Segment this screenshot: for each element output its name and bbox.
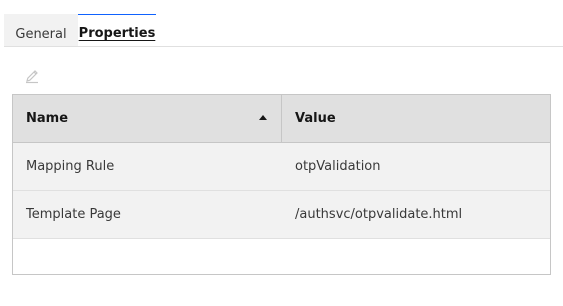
tab-list: General Properties [4,14,156,46]
table-header: Name Value [13,95,550,143]
sort-ascending-icon[interactable] [259,115,267,120]
column-header-name-label: Name [26,111,69,126]
properties-panel: General Properties Name Value Mapping Ru… [0,0,563,306]
tab-properties[interactable]: Properties [78,14,156,46]
column-header-value: Value [282,95,550,142]
cell-name: Template Page [26,207,121,222]
cell-name: Mapping Rule [26,159,115,174]
table-row[interactable]: Template Page /authsvc/otpvalidate.html [13,191,550,239]
tab-properties-label: Properties [78,26,156,41]
cell-value: /authsvc/otpvalidate.html [295,207,463,222]
table-row[interactable]: Mapping Rule otpValidation [13,143,550,191]
tab-general[interactable]: General [4,14,78,46]
tab-general-label: General [15,26,67,42]
column-header-value-label: Value [295,111,336,126]
tab-divider [4,46,563,47]
column-header-name[interactable]: Name [13,95,282,142]
pencil-icon[interactable] [24,68,40,84]
properties-table: Name Value Mapping Rule otpValidation Te… [12,94,551,275]
cell-value: otpValidation [295,159,381,174]
